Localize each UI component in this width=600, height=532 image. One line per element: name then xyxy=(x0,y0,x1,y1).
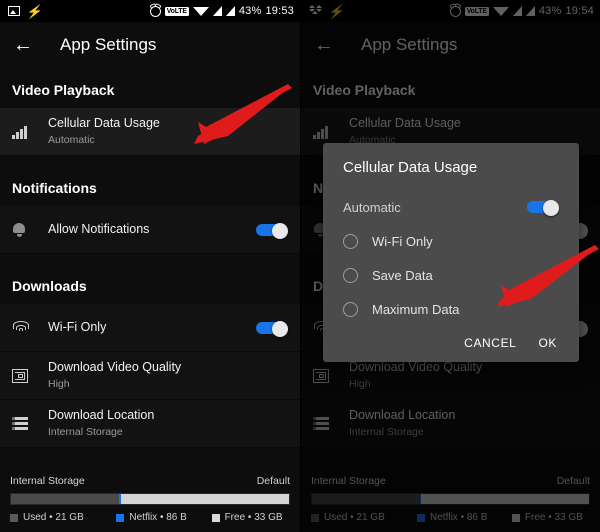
legend-item-free: Free • 33 GB xyxy=(211,512,290,523)
storage-default-label: Default xyxy=(256,475,290,487)
section-header-notifications: Notifications xyxy=(0,166,300,206)
dialog-title: Cellular Data Usage xyxy=(343,159,478,176)
row-title: Allow Notifications xyxy=(48,222,150,237)
signal-icon xyxy=(212,6,222,16)
signal-bars-icon xyxy=(12,125,42,139)
bell-icon xyxy=(12,222,42,237)
radio-icon[interactable] xyxy=(343,301,358,317)
row-subtitle: Automatic xyxy=(48,134,95,147)
row-title: Download Location xyxy=(48,408,155,423)
legend-item-netflix: Netflix • 86 B xyxy=(116,512,211,523)
legend-item-used: Used • 21 GB xyxy=(10,512,116,523)
legend-label: Free • 33 GB xyxy=(224,512,283,523)
settings-list: Video Playback Cellular Data Usage Autom… xyxy=(0,68,300,448)
dialog-option-label: Save Data xyxy=(372,267,433,283)
radio-icon[interactable] xyxy=(343,233,358,249)
dialog-actions: CANCEL OK xyxy=(323,326,579,356)
row-title: Download Video Quality xyxy=(48,360,182,375)
volte-badge: VoLTE xyxy=(164,6,189,16)
storage-bar xyxy=(10,493,290,505)
row-subtitle: High xyxy=(48,378,70,391)
list-icon xyxy=(12,417,42,430)
storage-segment-free xyxy=(120,494,289,504)
row-cellular-data-usage[interactable]: Cellular Data Usage Automatic xyxy=(0,108,300,156)
dialog-automatic-row[interactable]: Automatic xyxy=(323,190,579,224)
page-title: App Settings xyxy=(60,35,157,54)
flash-icon: ⚡ xyxy=(25,3,45,19)
storage-legend: Used • 21 GB Netflix • 86 B Free • 33 GB xyxy=(10,512,290,523)
clock: 19:53 xyxy=(265,5,294,17)
radio-icon[interactable] xyxy=(343,267,358,283)
cancel-button[interactable]: CANCEL xyxy=(464,336,516,350)
cellular-data-usage-dialog: Cellular Data Usage Automatic Wi-Fi Only… xyxy=(323,143,599,362)
row-download-location[interactable]: Download Location Internal Storage xyxy=(0,400,300,448)
row-subtitle: Internal Storage xyxy=(48,426,123,439)
right-phone-screen: ⚡ VoLTE 43% 19:54 ← App Settings Video P… xyxy=(300,0,600,532)
status-bar: ⚡ VoLTE 43% 19:53 xyxy=(0,0,300,22)
storage-label: Internal Storage xyxy=(10,475,85,487)
row-title: Wi-Fi Only xyxy=(48,320,107,335)
section-divider xyxy=(0,156,300,166)
storage-footer: Internal Storage Default Used • 21 GB Ne… xyxy=(0,467,300,532)
wifi-only-toggle[interactable] xyxy=(256,320,288,337)
status-bar-right-icons: VoLTE 43% 19:53 xyxy=(149,5,294,17)
legend-label: Used • 21 GB xyxy=(23,512,84,523)
dialog-option-save-data[interactable]: Save Data xyxy=(323,258,579,292)
signal-icon xyxy=(225,6,235,16)
legend-label: Netflix • 86 B xyxy=(129,512,187,523)
dialog-option-wifi-only[interactable]: Wi-Fi Only xyxy=(323,224,579,258)
allow-notifications-toggle[interactable] xyxy=(256,222,288,239)
row-allow-notifications[interactable]: Allow Notifications xyxy=(0,206,300,254)
left-phone-screen: ⚡ VoLTE 43% 19:53 ← App Settings Video P… xyxy=(0,0,300,532)
battery-level: 43% xyxy=(238,5,262,17)
row-title: Cellular Data Usage xyxy=(48,116,160,131)
screenshot-stage: ⚡ VoLTE 43% 19:53 ← App Settings Video P… xyxy=(0,0,600,532)
back-arrow-icon[interactable]: ← xyxy=(0,22,46,68)
wifi-icon xyxy=(192,6,209,16)
app-bar: ← App Settings xyxy=(0,22,300,68)
section-divider xyxy=(0,254,300,264)
ok-button[interactable]: OK xyxy=(538,336,557,350)
dialog-option-label: Maximum Data xyxy=(372,301,460,317)
dialog-option-label: Wi-Fi Only xyxy=(372,233,433,249)
wifi-icon xyxy=(12,321,42,334)
row-download-video-quality[interactable]: Download Video Quality High xyxy=(0,352,300,400)
image-icon xyxy=(8,6,20,16)
section-header-downloads: Downloads xyxy=(0,264,300,304)
dialog-option-maximum-data[interactable]: Maximum Data xyxy=(323,292,579,326)
row-wifi-only[interactable]: Wi-Fi Only xyxy=(0,304,300,352)
video-quality-icon xyxy=(12,368,42,383)
automatic-toggle[interactable] xyxy=(527,200,559,216)
section-header-video-playback: Video Playback xyxy=(0,68,300,108)
alarm-icon xyxy=(149,5,161,17)
status-bar-left-icons: ⚡ xyxy=(8,3,45,19)
dialog-automatic-label: Automatic xyxy=(343,199,401,215)
storage-segment-used xyxy=(11,494,120,504)
